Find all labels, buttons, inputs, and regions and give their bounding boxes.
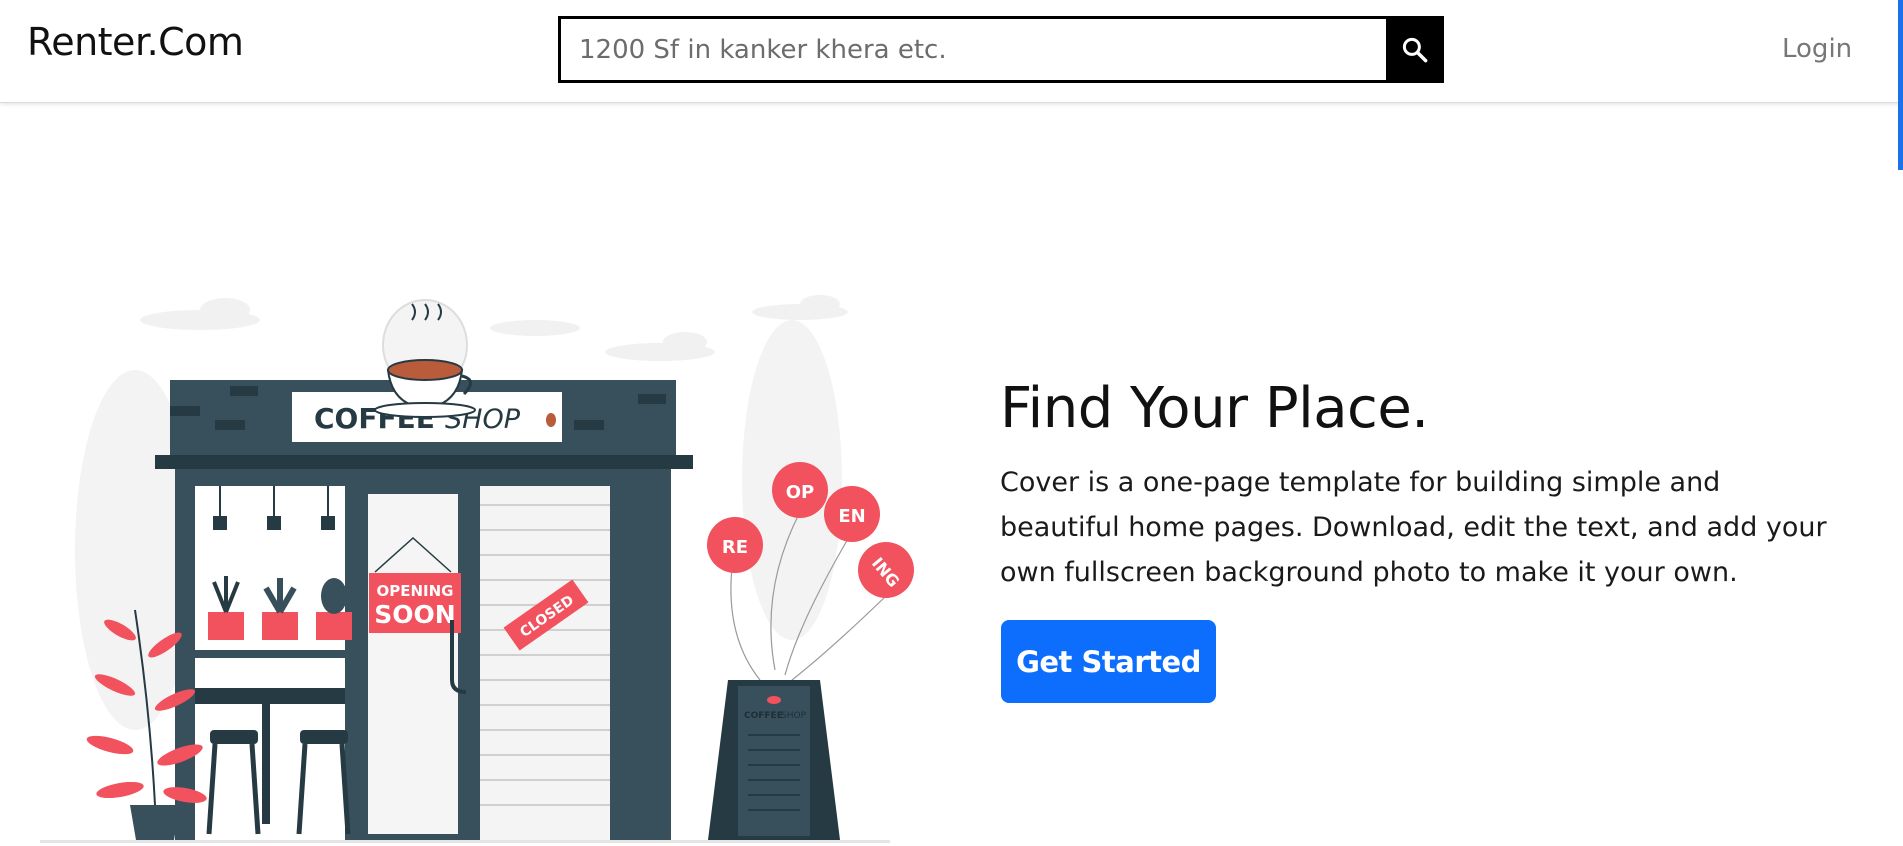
door-sign-line2: SOON	[374, 600, 455, 629]
board-sign-light: SHOP	[781, 711, 807, 721]
balloon-op: OP	[786, 482, 815, 503]
hero-lead: Cover is a one-page template for buildin…	[1000, 467, 1827, 588]
search-input[interactable]	[558, 16, 1386, 83]
brand-logo[interactable]: Renter.Com	[27, 20, 244, 64]
balloon-re: RE	[722, 537, 748, 558]
navbar: Renter.Com Login	[0, 0, 1903, 103]
door-sign-line1: OPENING	[377, 582, 454, 600]
coffee-shop-illustration: COFFEE SHOP OPENING SOON CLOSED RE OP EN…	[40, 295, 914, 843]
login-link[interactable]: Login	[1782, 34, 1852, 64]
search-button[interactable]	[1386, 16, 1444, 83]
scrollbar-thumb[interactable]	[1898, 0, 1903, 170]
sandwich-board: COFFEE SHOP	[708, 680, 840, 840]
search-bar	[558, 16, 1444, 83]
board-sign-bold: COFFEE	[744, 711, 783, 721]
search-icon	[1402, 37, 1428, 62]
get-started-button[interactable]: Get Started	[1001, 620, 1216, 703]
hero-title: Find Your Place.	[1000, 376, 1429, 441]
balloon-en: EN	[838, 506, 865, 527]
